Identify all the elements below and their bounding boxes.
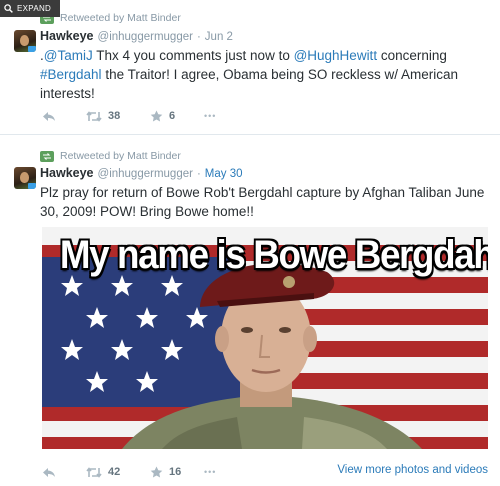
retweet-context: Retweeted by Matt Binder bbox=[40, 149, 181, 163]
retweet-badge-icon bbox=[40, 150, 54, 162]
retweet-count: 42 bbox=[108, 466, 121, 478]
retweet-count: 38 bbox=[108, 110, 121, 122]
expand-button[interactable]: EXPAND bbox=[0, 0, 60, 17]
mention-link[interactable]: @HughHewitt bbox=[294, 48, 378, 63]
more-icon[interactable]: ••• bbox=[204, 111, 216, 121]
more-icon[interactable]: ••• bbox=[204, 467, 216, 477]
hashtag-link[interactable]: #Bergdahl bbox=[40, 67, 102, 82]
tweet-text: Plz pray for return of Bowe Rob't Bergda… bbox=[40, 185, 485, 219]
tweet-actions: 38 6 ••• bbox=[42, 108, 216, 124]
photo-caption: My name is Bowe Bergdahl bbox=[59, 233, 488, 277]
retweeted-by-text: Retweeted by Matt Binder bbox=[60, 150, 181, 162]
avatar-face bbox=[20, 172, 29, 183]
tweet-text: .@TamiJ Thx 4 you comments just now to @… bbox=[40, 46, 490, 103]
expand-label: EXPAND bbox=[17, 4, 52, 13]
tweet-header: Hawkeye @inhuggermugger · Jun 2 bbox=[40, 29, 233, 45]
reply-icon bbox=[43, 467, 55, 477]
timestamp[interactable]: May 30 bbox=[205, 168, 243, 180]
display-name[interactable]: Hawkeye bbox=[40, 29, 94, 43]
favorite-count: 6 bbox=[169, 110, 176, 122]
tweet[interactable]: Retweeted by Matt Binder Hawkeye @inhugg… bbox=[0, 0, 500, 135]
star-icon bbox=[150, 110, 163, 122]
text-part: Thx 4 you comments just now to bbox=[92, 48, 294, 63]
view-more-photos-link[interactable]: View more photos and videos bbox=[337, 464, 488, 476]
avatar-face bbox=[20, 35, 29, 46]
retweet-icon bbox=[86, 110, 102, 122]
favorite-button[interactable]: 6 bbox=[150, 110, 204, 122]
separator-dot: · bbox=[196, 168, 201, 180]
tweet-header: Hawkeye @inhuggermugger · May 30 bbox=[40, 166, 243, 182]
tweet-photo[interactable]: My name is Bowe Bergdahl bbox=[42, 227, 488, 449]
display-name[interactable]: Hawkeye bbox=[40, 166, 94, 180]
username[interactable]: @inhuggermugger bbox=[98, 31, 193, 43]
timestamp[interactable]: Jun 2 bbox=[205, 31, 233, 43]
tweet-actions: 42 16 ••• bbox=[42, 464, 216, 480]
retweet-button[interactable]: 42 bbox=[86, 466, 150, 478]
star-icon bbox=[150, 466, 163, 478]
favorite-count: 16 bbox=[169, 466, 182, 478]
reply-button[interactable] bbox=[42, 467, 86, 478]
text-part: the Traitor! I agree, Obama being SO rec… bbox=[40, 67, 458, 101]
reply-button[interactable] bbox=[42, 111, 86, 122]
mention-link[interactable]: @TamiJ bbox=[44, 48, 93, 63]
retweet-button[interactable]: 38 bbox=[86, 110, 150, 122]
username[interactable]: @inhuggermugger bbox=[98, 168, 193, 180]
avatar[interactable] bbox=[14, 167, 36, 189]
retweeted-by-text: Retweeted by Matt Binder bbox=[60, 12, 181, 24]
retweet-context: Retweeted by Matt Binder bbox=[40, 11, 181, 25]
search-icon bbox=[4, 4, 13, 13]
text-part: concerning bbox=[377, 48, 447, 63]
separator-dot: · bbox=[196, 31, 201, 43]
favorite-button[interactable]: 16 bbox=[150, 466, 204, 478]
avatar-badge bbox=[28, 46, 36, 52]
avatar-badge bbox=[28, 183, 36, 189]
reply-icon bbox=[43, 111, 55, 121]
tweet[interactable]: Retweeted by Matt Binder Hawkeye @inhugg… bbox=[0, 136, 500, 486]
avatar[interactable] bbox=[14, 30, 36, 52]
retweet-icon bbox=[86, 466, 102, 478]
